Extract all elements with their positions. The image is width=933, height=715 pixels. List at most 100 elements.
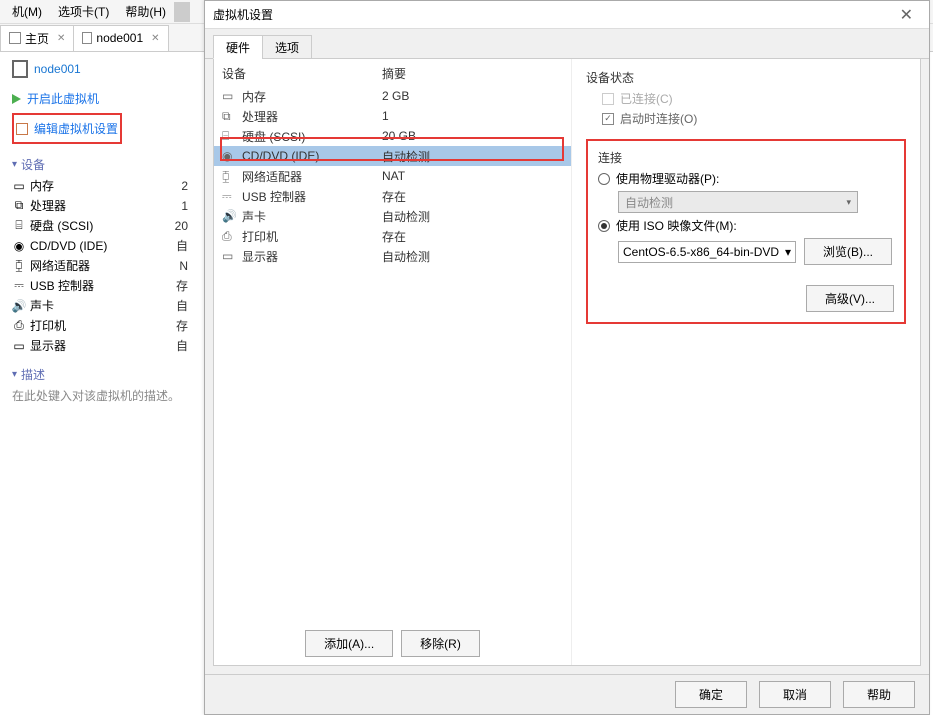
play-icon bbox=[12, 94, 21, 104]
hw-summary: 2 GB bbox=[382, 89, 409, 103]
close-icon[interactable]: ✕ bbox=[151, 33, 159, 44]
dev-val: 自 bbox=[168, 237, 188, 254]
hardware-header: 设备 摘要 bbox=[214, 59, 571, 86]
highlight-edit-settings: 编辑虚拟机设置 bbox=[12, 113, 122, 144]
table-row[interactable]: ⎓USB 控制器存在 bbox=[214, 186, 571, 206]
display-icon: ▭ bbox=[12, 340, 26, 352]
table-row-cddvd[interactable]: ◉ CD/DVD (IDE)自动检测 bbox=[214, 146, 571, 166]
sound-icon: 🔊 bbox=[12, 300, 26, 312]
cd-icon: ◉ bbox=[12, 240, 26, 252]
device-status-label: 设备状态 bbox=[586, 69, 906, 86]
close-icon[interactable]: ✕ bbox=[892, 5, 921, 25]
vm-title-text: node001 bbox=[34, 62, 81, 76]
hw-summary: 自动检测 bbox=[382, 208, 430, 225]
disk-icon: ⌸ bbox=[12, 220, 26, 232]
hw-name: 网络适配器 bbox=[242, 168, 382, 185]
connected-checkbox-row: 已连接(C) bbox=[602, 90, 906, 107]
device-list: ▭内存2 ⧉处理器1 ⌸ 硬盘 (SCSI)20 ◉CD/DVD (IDE)自 ⧮… bbox=[12, 177, 188, 354]
list-item[interactable]: ▭显示器自 bbox=[12, 337, 188, 354]
tab-node-label: node001 bbox=[96, 31, 143, 45]
dialog-body: 设备 摘要 ▭内存2 GB ⧉处理器1 ⌸硬盘 (SCSI)20 GB ◉ CD/… bbox=[213, 59, 921, 666]
description-header[interactable]: 描述 bbox=[12, 366, 188, 383]
table-row[interactable]: ⧉处理器1 bbox=[214, 106, 571, 126]
help-button[interactable]: 帮助 bbox=[843, 681, 915, 708]
dialog-title-text: 虚拟机设置 bbox=[213, 6, 273, 23]
use-iso-label: 使用 ISO 映像文件(M): bbox=[616, 217, 737, 234]
iso-file-text: CentOS-6.5-x86_64-bin-DVD bbox=[623, 245, 779, 259]
chevron-down-icon: ▾ bbox=[846, 197, 851, 208]
tab-home[interactable]: 主页 ✕ bbox=[0, 25, 74, 51]
memory-icon: ▭ bbox=[222, 89, 238, 103]
list-item[interactable]: ▭内存2 bbox=[12, 177, 188, 194]
connection-group-highlight: 连接 使用物理驱动器(P): 自动检测 ▾ 使用 ISO 映像文件(M): Ce… bbox=[586, 139, 906, 324]
hardware-list-panel: 设备 摘要 ▭内存2 GB ⧉处理器1 ⌸硬盘 (SCSI)20 GB ◉ CD/… bbox=[214, 59, 572, 665]
list-item[interactable]: ⧉处理器1 bbox=[12, 197, 188, 214]
table-row[interactable]: ▭显示器自动检测 bbox=[214, 246, 571, 266]
remove-button[interactable]: 移除(R) bbox=[401, 630, 480, 657]
tab-hardware[interactable]: 硬件 bbox=[213, 35, 263, 59]
vm-icon bbox=[12, 60, 28, 78]
wrench-icon bbox=[16, 123, 28, 135]
vm-settings-dialog: 虚拟机设置 ✕ 硬件 选项 设备 摘要 ▭内存2 GB ⧉处理器1 ⌸硬盘 (S… bbox=[204, 0, 930, 715]
tab-home-label: 主页 bbox=[25, 30, 49, 47]
connect-at-poweron-row[interactable]: ✓ 启动时连接(O) bbox=[602, 110, 906, 127]
edit-settings-link[interactable]: 编辑虚拟机设置 bbox=[34, 120, 118, 137]
dev-val: 20 bbox=[168, 219, 188, 233]
sound-icon: 🔊 bbox=[222, 209, 238, 223]
iso-file-select[interactable]: CentOS-6.5-x86_64-bin-DVD ▾ bbox=[618, 241, 796, 263]
table-row[interactable]: ⧮ 网络适配器NAT bbox=[214, 166, 571, 186]
tab-node[interactable]: node001 ✕ bbox=[73, 25, 168, 51]
usb-icon: ⎓ bbox=[12, 280, 26, 292]
table-row[interactable]: ⌸硬盘 (SCSI)20 GB bbox=[214, 126, 571, 146]
dialog-footer: 确定 取消 帮助 bbox=[205, 674, 929, 714]
dev-name: 显示器 bbox=[30, 337, 168, 354]
close-icon[interactable]: ✕ bbox=[57, 33, 65, 44]
printer-icon: ⎙ bbox=[222, 229, 238, 244]
ok-button[interactable]: 确定 bbox=[675, 681, 747, 708]
network-icon: ⧮ bbox=[222, 169, 238, 184]
dev-val: 1 bbox=[168, 199, 188, 213]
radio-use-iso[interactable]: 使用 ISO 映像文件(M): bbox=[598, 217, 894, 234]
hw-name: CD/DVD (IDE) bbox=[242, 149, 382, 163]
power-on-link[interactable]: 开启此虚拟机 bbox=[27, 90, 99, 107]
list-item[interactable]: ◉CD/DVD (IDE)自 bbox=[12, 237, 188, 254]
menu-vm[interactable]: 机(M) bbox=[4, 1, 50, 22]
network-icon: ⧮ bbox=[12, 260, 26, 272]
hw-name: 处理器 bbox=[242, 108, 382, 125]
col-summary: 摘要 bbox=[382, 65, 406, 82]
hw-summary: 存在 bbox=[382, 228, 406, 245]
tab-options[interactable]: 选项 bbox=[262, 35, 312, 59]
menu-tabs[interactable]: 选项卡(T) bbox=[50, 1, 117, 22]
edit-settings-action[interactable]: 编辑虚拟机设置 bbox=[16, 118, 118, 139]
dialog-tabs: 硬件 选项 bbox=[205, 35, 929, 59]
radio-icon[interactable] bbox=[598, 220, 610, 232]
list-item[interactable]: ⧮网络适配器N bbox=[12, 257, 188, 274]
table-row[interactable]: ⎙打印机存在 bbox=[214, 226, 571, 246]
list-item[interactable]: 🔊声卡自 bbox=[12, 297, 188, 314]
table-row[interactable]: ▭内存2 GB bbox=[214, 86, 571, 106]
list-item[interactable]: ⎙打印机存 bbox=[12, 317, 188, 334]
radio-physical-drive[interactable]: 使用物理驱动器(P): bbox=[598, 170, 894, 187]
radio-icon[interactable] bbox=[598, 173, 610, 185]
dev-name: 内存 bbox=[30, 177, 168, 194]
hw-summary: 存在 bbox=[382, 188, 406, 205]
dev-name: 硬盘 (SCSI) bbox=[30, 217, 168, 234]
col-device: 设备 bbox=[222, 65, 382, 82]
cancel-button[interactable]: 取消 bbox=[759, 681, 831, 708]
table-row[interactable]: 🔊声卡自动检测 bbox=[214, 206, 571, 226]
menu-help[interactable]: 帮助(H) bbox=[117, 1, 174, 22]
cd-icon: ◉ bbox=[222, 149, 238, 163]
hw-summary: 自动检测 bbox=[382, 148, 430, 165]
dev-name: USB 控制器 bbox=[30, 277, 168, 294]
power-on-action[interactable]: 开启此虚拟机 bbox=[12, 88, 188, 109]
checkbox-icon[interactable]: ✓ bbox=[602, 113, 614, 125]
hw-summary: NAT bbox=[382, 169, 405, 183]
devices-header[interactable]: 设备 bbox=[12, 156, 188, 173]
description-placeholder[interactable]: 在此处键入对该虚拟机的描述。 bbox=[12, 387, 188, 404]
advanced-button[interactable]: 高级(V)... bbox=[806, 285, 894, 312]
list-item[interactable]: ⌸ 硬盘 (SCSI)20 bbox=[12, 217, 188, 234]
add-button[interactable]: 添加(A)... bbox=[305, 630, 393, 657]
list-item[interactable]: ⎓USB 控制器存 bbox=[12, 277, 188, 294]
cpu-icon: ⧉ bbox=[12, 200, 26, 212]
browse-button[interactable]: 浏览(B)... bbox=[804, 238, 892, 265]
